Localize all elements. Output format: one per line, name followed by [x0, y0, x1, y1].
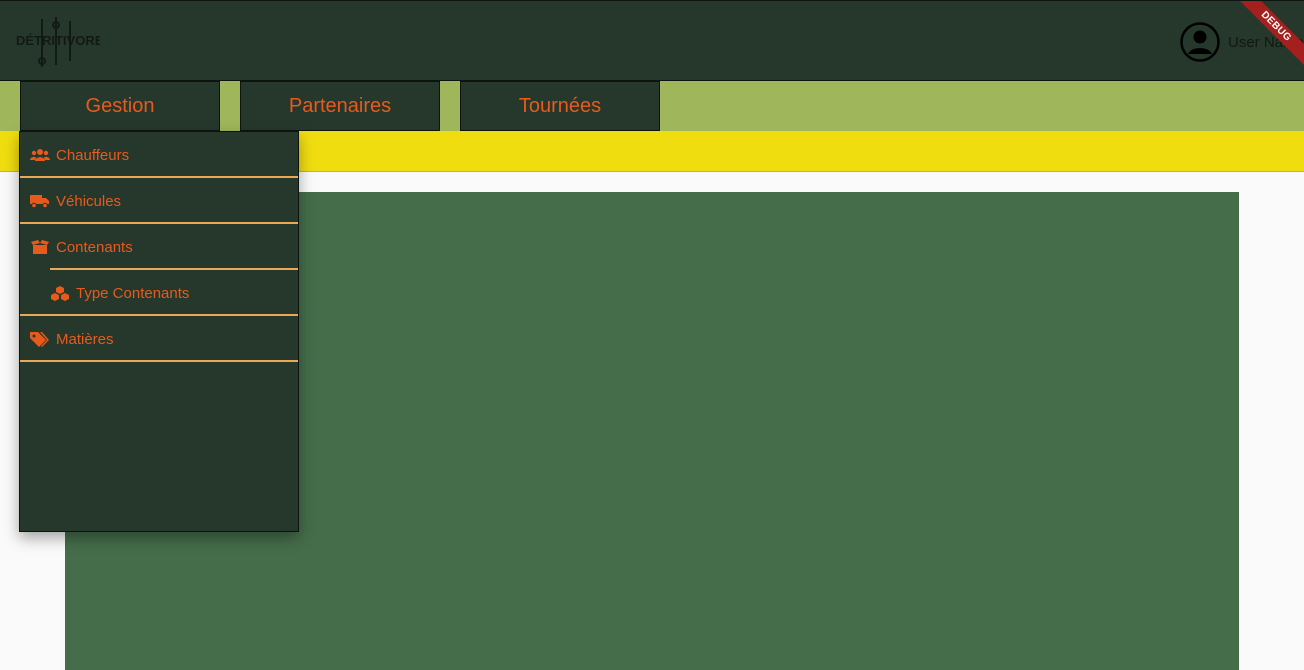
tab-partenaires[interactable]: Partenaires	[240, 81, 440, 131]
menu-item-matieres[interactable]: Matières	[20, 316, 298, 362]
debug-label: DEBUG	[1235, 1, 1304, 68]
menu-item-label: Matières	[56, 330, 114, 348]
menu-item-label: Véhicules	[56, 192, 122, 210]
menu-item-type-contenants[interactable]: Type Contenants	[20, 270, 298, 316]
tab-tournees[interactable]: Tournées	[460, 81, 660, 131]
gestion-dropdown-menu: Chauffeurs Véhicules Contenants Type Con…	[19, 131, 299, 532]
users-icon	[30, 149, 50, 161]
tab-label: Gestion	[85, 94, 155, 117]
boxes-icon	[31, 240, 49, 254]
menu-item-contenants[interactable]: Contenants	[20, 224, 298, 270]
debug-banner: DEBUG	[1234, 1, 1304, 71]
menu-item-label: Contenants	[56, 238, 133, 256]
tab-label: Partenaires	[288, 94, 392, 117]
svg-text:DÉTRITIVORES: DÉTRITIVORES	[16, 33, 100, 48]
truck-icon	[30, 195, 49, 209]
menu-item-label: Chauffeurs	[56, 146, 130, 164]
tab-gestion[interactable]: Gestion	[20, 81, 220, 131]
menu-item-label: Type Contenants	[76, 284, 190, 302]
menu-item-chauffeurs[interactable]: Chauffeurs	[20, 132, 298, 178]
detritivores-logo: DÉTRITIVORES	[16, 17, 100, 67]
cubes-icon	[51, 286, 69, 301]
account-circle-icon	[1180, 22, 1220, 62]
top-app-bar: DÉTRITIVORES User Name DEBUG	[0, 0, 1304, 81]
navigation-bar: Gestion Partenaires Tournées	[0, 81, 1304, 131]
tags-icon	[30, 332, 49, 347]
menu-item-vehicules[interactable]: Véhicules	[20, 178, 298, 224]
tab-label: Tournées	[518, 94, 602, 117]
